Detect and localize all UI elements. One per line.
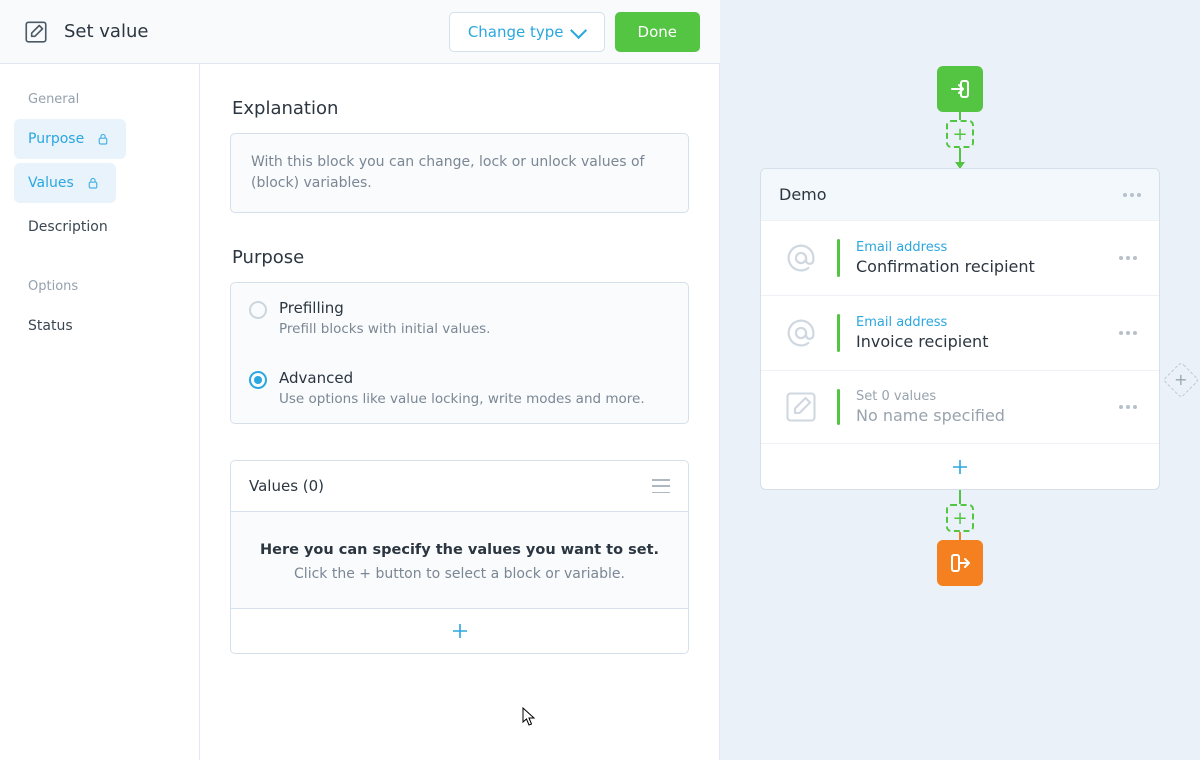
lock-icon — [88, 177, 98, 189]
purpose-heading: Purpose — [232, 247, 689, 268]
card-menu-button[interactable] — [1123, 193, 1141, 197]
row-menu-button[interactable] — [1119, 331, 1137, 335]
add-value-button[interactable] — [231, 609, 688, 653]
values-empty-subtitle: Click the + button to select a block or … — [251, 566, 668, 582]
set-value-icon — [22, 18, 50, 46]
purpose-option-prefilling[interactable]: Prefilling Prefill blocks with initial v… — [231, 283, 688, 353]
explanation-panel: With this block you can change, lock or … — [230, 133, 689, 213]
row-menu-button[interactable] — [1119, 256, 1137, 260]
values-heading: Values (0) — [249, 477, 324, 495]
chevron-down-icon — [570, 22, 587, 39]
card-row-invoice-recipient[interactable]: Email address Invoice recipient — [761, 295, 1159, 370]
values-panel: Values (0) Here you can specify the valu… — [230, 460, 689, 654]
sidebar-item-purpose[interactable]: Purpose — [14, 119, 126, 159]
sidebar-item-values[interactable]: Values — [14, 163, 116, 203]
flow-block-card[interactable]: Demo Email address Confirmation recipien… — [760, 168, 1160, 490]
at-icon — [771, 239, 831, 277]
list-menu-icon[interactable] — [652, 479, 670, 493]
row-menu-button[interactable] — [1119, 405, 1137, 409]
sidebar-group-general: General — [14, 92, 185, 119]
card-add-row-button[interactable] — [761, 443, 1159, 489]
explanation-text: With this block you can change, lock or … — [251, 152, 668, 194]
sidebar-item-status[interactable]: Status — [14, 306, 185, 346]
purpose-option-advanced[interactable]: Advanced Use options like value locking,… — [231, 353, 688, 423]
purpose-option-desc: Use options like value locking, write mo… — [279, 391, 645, 407]
card-row-label: Email address — [856, 240, 1113, 255]
card-row-title: Confirmation recipient — [856, 257, 1113, 276]
values-empty-title: Here you can specify the values you want… — [251, 542, 668, 558]
radio-checked-icon — [249, 371, 267, 389]
purpose-option-title: Prefilling — [279, 299, 490, 317]
card-row-label: Email address — [856, 315, 1113, 330]
card-row-title: Invoice recipient — [856, 332, 1113, 351]
radio-icon — [249, 301, 267, 319]
purpose-panel: Prefilling Prefill blocks with initial v… — [230, 282, 689, 424]
pencil-icon — [771, 389, 831, 425]
flow-end-node[interactable] — [937, 540, 983, 586]
flow-insert-button[interactable]: + — [946, 504, 974, 532]
card-title: Demo — [779, 185, 827, 204]
purpose-option-title: Advanced — [279, 369, 645, 387]
sidebar-group-options: Options — [14, 279, 185, 306]
flow-start-node[interactable] — [937, 66, 983, 112]
sidebar-item-description[interactable]: Description — [14, 207, 185, 247]
card-row-label: Set 0 values — [856, 389, 1113, 404]
card-row-set-values[interactable]: Set 0 values No name specified — [761, 370, 1159, 443]
card-row-confirmation-recipient[interactable]: Email address Confirmation recipient — [761, 220, 1159, 295]
change-type-button[interactable]: Change type — [449, 12, 605, 52]
canvas-side-add-button[interactable]: + — [1163, 362, 1200, 399]
at-icon — [771, 314, 831, 352]
lock-icon — [98, 133, 108, 145]
page-title: Set value — [64, 21, 449, 42]
explanation-heading: Explanation — [232, 98, 689, 119]
purpose-option-desc: Prefill blocks with initial values. — [279, 321, 490, 337]
done-button[interactable]: Done — [615, 12, 700, 52]
flow-insert-button[interactable]: + — [946, 120, 974, 148]
card-row-title: No name specified — [856, 406, 1113, 425]
